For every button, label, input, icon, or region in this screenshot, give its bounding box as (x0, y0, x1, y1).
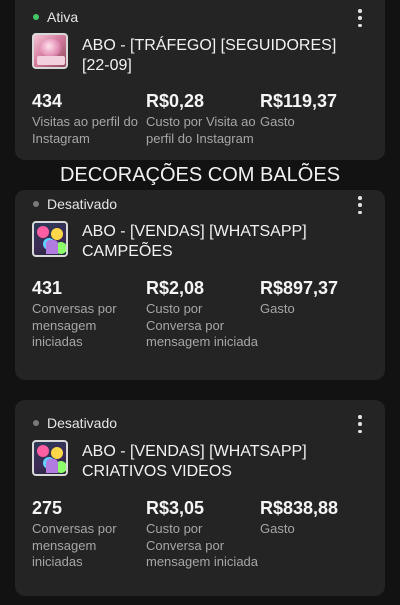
ad-title: ABO - [VENDAS] [WHATSAPP] CAMPEÕES (82, 223, 307, 260)
ad-title: ABO - [TRÁFEGO] [SEGUIDORES] [22-09] (82, 37, 337, 74)
more-options-icon[interactable] (355, 9, 365, 27)
metric-label: Custo por Visita ao perfil do Instagram (146, 114, 256, 146)
metric-label: Conversas por mensagem iniciadas (32, 521, 117, 569)
metric-value: R$838,88 (260, 498, 339, 518)
ad-card[interactable]: Desativado ABO - [VENDAS] [WHATSAPP] CAM… (15, 190, 385, 380)
metric-results: 275 Conversas por mensagem iniciadas (32, 497, 146, 571)
metric-value: 275 (32, 498, 63, 518)
ads-list-screen: Ativa ABO - [TRÁFEGO] [SEGUIDORES] [22-0… (0, 0, 400, 605)
status-indicator: Ativa (33, 9, 78, 25)
metric-value: 431 (32, 278, 63, 298)
ad-thumbnail (32, 221, 68, 257)
metric-cost: R$0,28 Custo por Visita ao perfil do Ins… (146, 90, 260, 147)
status-dot-icon (33, 420, 39, 426)
metric-value: R$897,37 (260, 278, 339, 298)
ad-card[interactable]: Desativado ABO - [VENDAS] [WHATSAPP] CRI… (15, 400, 385, 596)
ad-thumbnail (32, 33, 68, 69)
metric-results: 434 Visitas ao perfil do Instagram (32, 90, 146, 147)
ad-card[interactable]: Ativa ABO - [TRÁFEGO] [SEGUIDORES] [22-0… (15, 0, 385, 160)
metric-label: Conversas por mensagem iniciadas (32, 301, 117, 349)
status-label: Ativa (47, 9, 79, 25)
section-title: DECORAÇÕES COM BALÕES (59, 164, 341, 186)
metric-label: Visitas ao perfil do Instagram (32, 114, 138, 146)
metric-spend: R$897,37 Gasto (260, 277, 374, 351)
metrics-row: 275 Conversas por mensagem iniciadas R$3… (32, 497, 375, 571)
status-indicator: Desativado (33, 415, 117, 431)
metric-cost: R$2,08 Custo por Conversa por mensagem i… (146, 277, 260, 351)
status-dot-icon (33, 201, 39, 207)
status-dot-icon (33, 14, 39, 20)
metrics-row: 431 Conversas por mensagem iniciadas R$2… (32, 277, 375, 351)
metric-value: R$2,08 (146, 278, 205, 298)
metric-label: Gasto (260, 114, 295, 129)
metric-cost: R$3,05 Custo por Conversa por mensagem i… (146, 497, 260, 571)
ad-thumbnail (32, 440, 68, 476)
metric-spend: R$119,37 Gasto (260, 90, 374, 147)
metric-value: R$3,05 (146, 498, 205, 518)
metric-value: R$0,28 (146, 91, 205, 111)
metric-label: Gasto (260, 521, 295, 536)
status-label: Desativado (47, 196, 118, 212)
metric-label: Custo por Conversa por mensagem iniciada (146, 301, 259, 349)
metric-label: Gasto (260, 301, 295, 316)
status-indicator: Desativado (33, 196, 117, 212)
metric-spend: R$838,88 Gasto (260, 497, 374, 571)
metric-value: 434 (32, 91, 63, 111)
more-options-icon[interactable] (355, 196, 365, 214)
status-label: Desativado (47, 415, 118, 431)
metric-label: Custo por Conversa por mensagem iniciada (146, 521, 259, 569)
more-options-icon[interactable] (355, 415, 365, 433)
metric-value: R$119,37 (260, 91, 338, 111)
ad-title: ABO - [VENDAS] [WHATSAPP] CRIATIVOS VIDE… (82, 443, 307, 480)
metrics-row: 434 Visitas ao perfil do Instagram R$0,2… (32, 90, 375, 147)
metric-results: 431 Conversas por mensagem iniciadas (32, 277, 146, 351)
